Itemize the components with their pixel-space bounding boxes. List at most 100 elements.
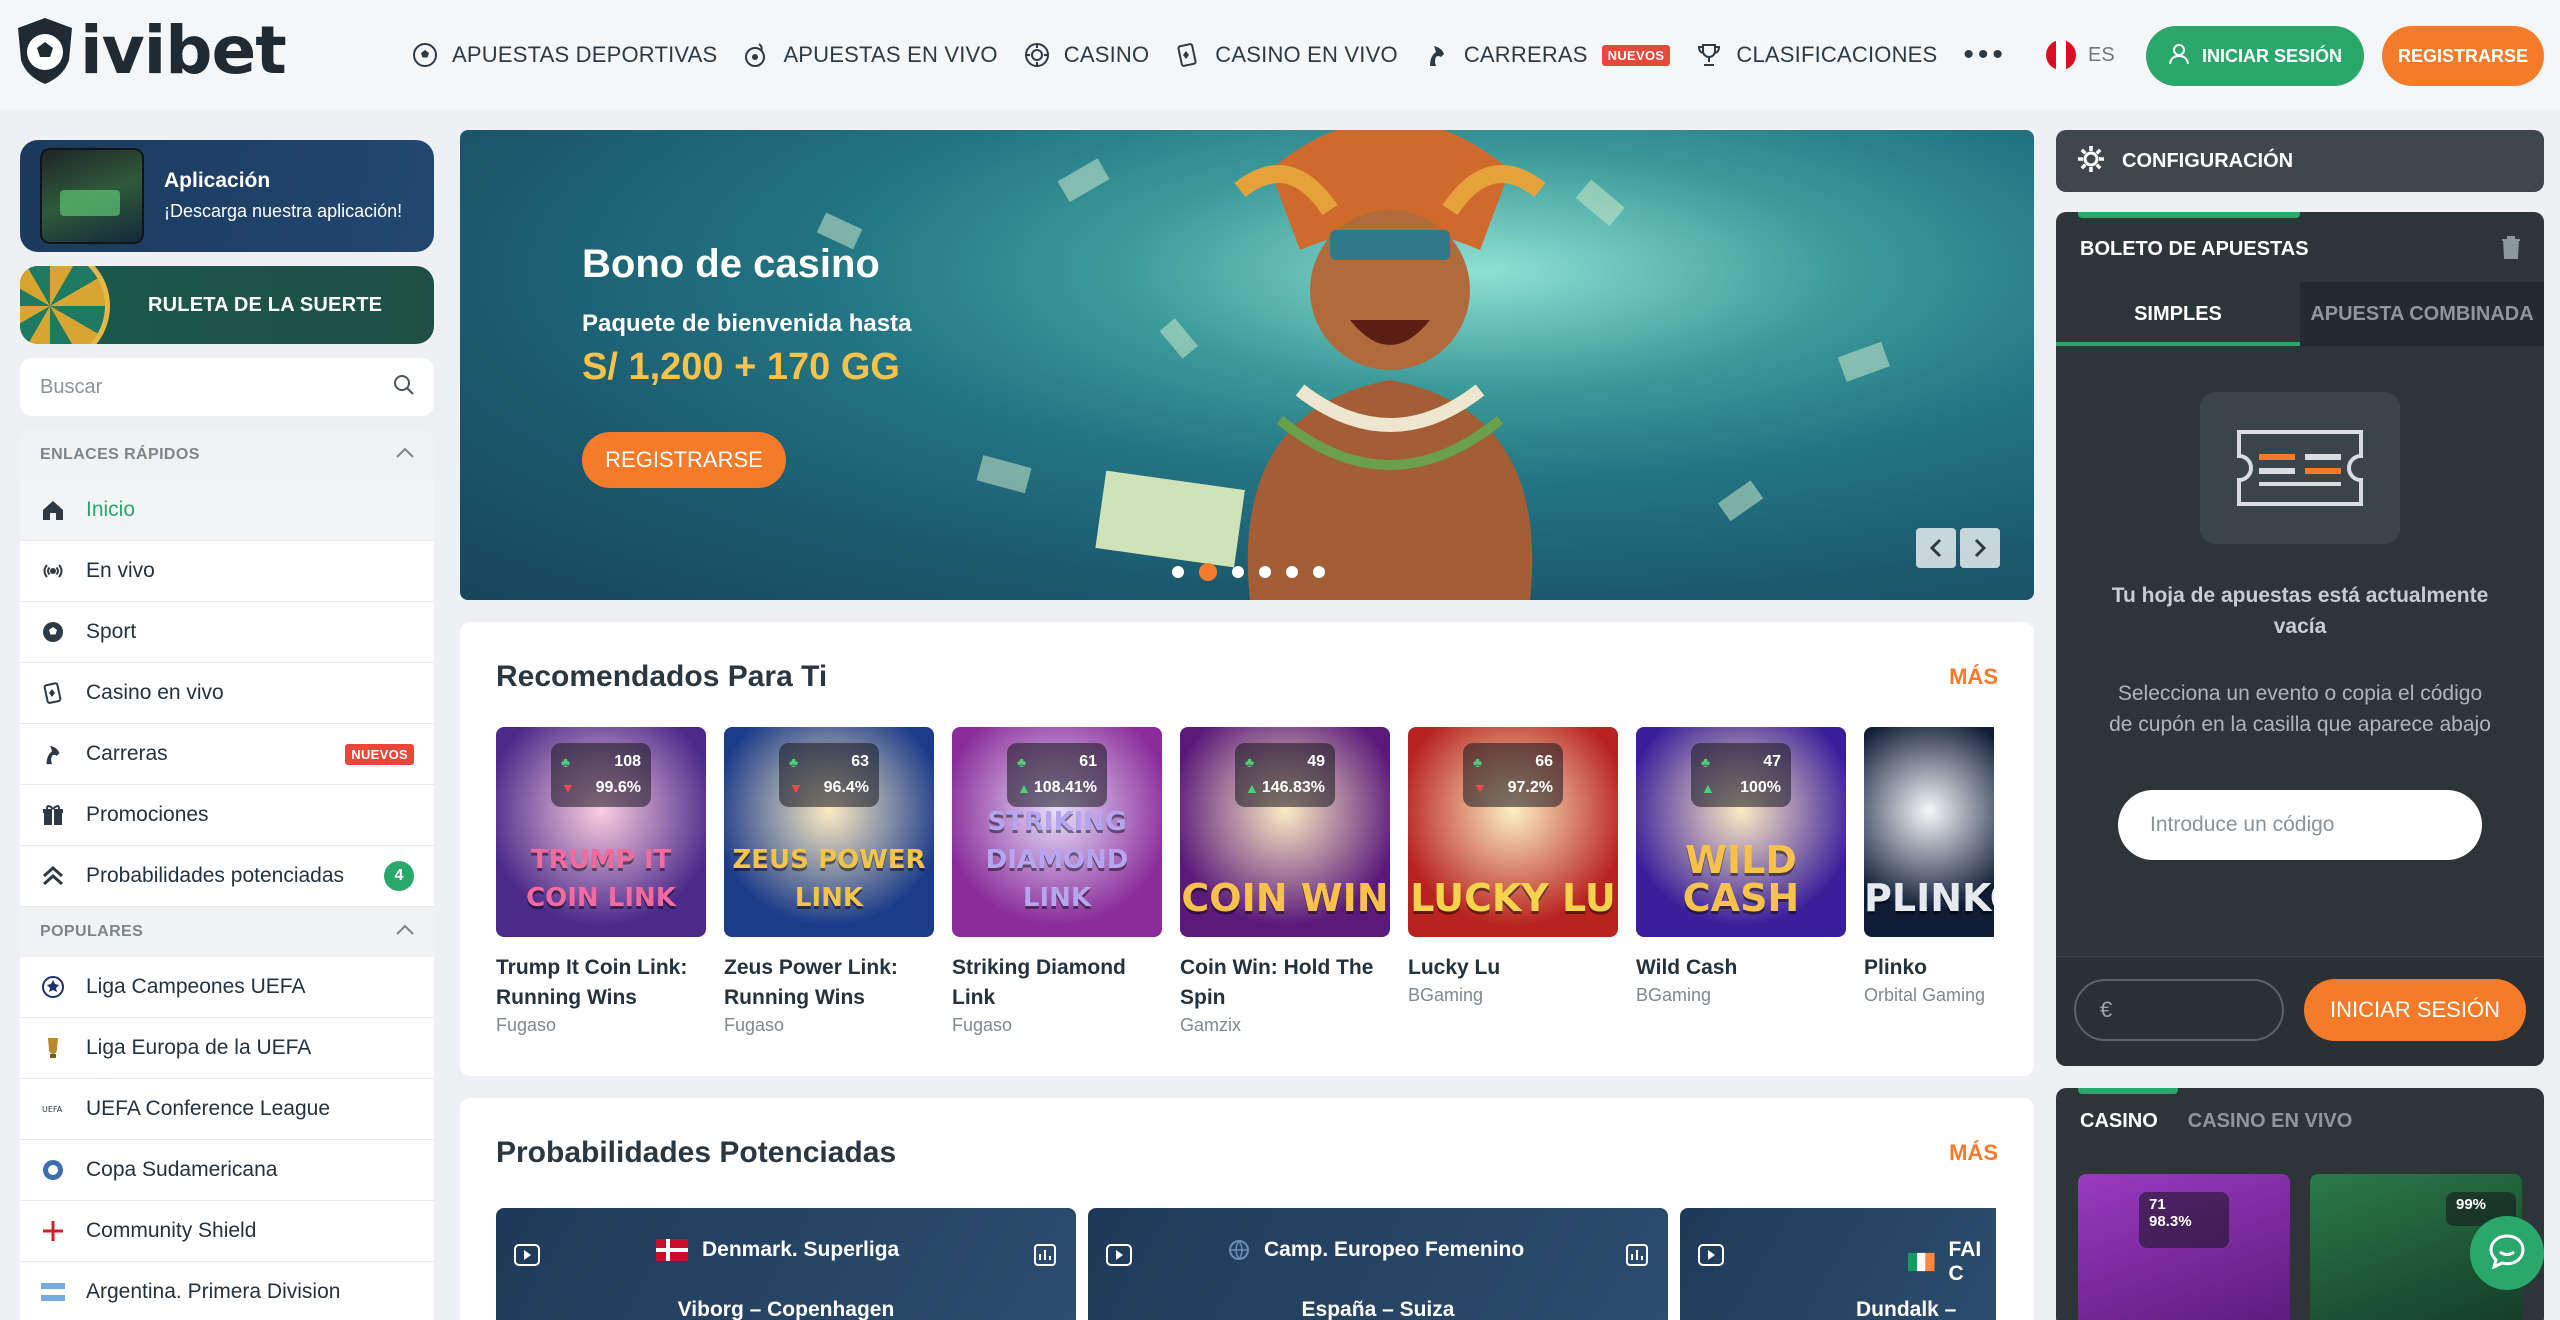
section-title: POPULARES bbox=[40, 923, 144, 940]
match-league: Denmark. Superliga bbox=[656, 1238, 899, 1262]
players-icon: ♣ bbox=[1245, 754, 1255, 770]
carousel-dot[interactable] bbox=[1286, 566, 1298, 578]
soccer-ball-icon bbox=[40, 619, 66, 645]
sidebar-item-copa-sudamericana[interactable]: Copa Sudamericana bbox=[20, 1140, 434, 1201]
section-title: Recomendados Para Ti bbox=[496, 660, 828, 693]
user-icon bbox=[2168, 43, 2190, 70]
stake-amount-input[interactable]: € bbox=[2074, 979, 2284, 1041]
sidebar-item-en-vivo[interactable]: En vivo bbox=[20, 541, 434, 602]
banner-register-button[interactable]: REGISTRARSE bbox=[582, 432, 786, 488]
banner-subtitle: Paquete de bienvenida hasta bbox=[582, 310, 912, 337]
popular-header[interactable]: POPULARES bbox=[20, 907, 434, 957]
match-card[interactable]: Denmark. Superliga Viborg – Copenhagen bbox=[496, 1208, 1076, 1320]
game-card[interactable]: ♣ 63 ▼ 96.4% ZEUS POWER LINK Zeus Power Li… bbox=[724, 727, 934, 1067]
register-button[interactable]: REGISTRARSE bbox=[2382, 26, 2544, 86]
game-card[interactable]: PLINKO Plinko Orbital Gaming bbox=[1864, 727, 1994, 1067]
game-art-title: WILD CASH bbox=[1682, 838, 1800, 920]
tab-casino-en-vivo[interactable]: CASINO EN VIVO bbox=[2188, 1110, 2352, 1133]
new-badge: NUEVOS bbox=[345, 743, 414, 765]
players-row: ♣ 108 bbox=[561, 749, 641, 775]
rtp-down-icon: ▼ bbox=[1473, 780, 1487, 796]
tab-simples[interactable]: SIMPLES bbox=[2056, 282, 2300, 346]
app-download-card[interactable]: Aplicación ¡Descarga nuestra aplicación! bbox=[20, 140, 434, 252]
main-nav: APUESTAS DEPORTIVAS APUESTAS EN VIVO CAS… bbox=[410, 30, 2007, 80]
chevron-left-icon[interactable] bbox=[1916, 528, 1956, 568]
nav-casino-en-vivo[interactable]: CASINO EN VIVO bbox=[1173, 40, 1398, 70]
game-thumbnail: ♣ 108 ▼ 99.6% TRUMP IT COIN LINK bbox=[496, 727, 706, 937]
game-art-title: LUCKY LU bbox=[1410, 876, 1616, 920]
game-name: Striking Diamond Link bbox=[952, 956, 1126, 1009]
rtp-value: 99.6% bbox=[595, 779, 641, 796]
more-menu-icon[interactable]: ••• bbox=[1963, 40, 2007, 70]
sidebar-item-liga-europa[interactable]: Liga Europa de la UEFA bbox=[20, 1018, 434, 1079]
england-flag-icon bbox=[40, 1218, 66, 1244]
coupon-code-input[interactable] bbox=[2118, 790, 2482, 860]
game-thumbnail: ♣ 66 ▼ 97.2% LUCKY LU bbox=[1408, 727, 1618, 937]
betslip-login-button[interactable]: INICIAR SESIÓN bbox=[2304, 979, 2526, 1041]
players-count: 49 bbox=[1307, 753, 1325, 770]
game-card[interactable]: ♣ 61 ▲ 108.41% STRIKING DIAMOND LINK Strik… bbox=[952, 727, 1162, 1067]
carousel-dot[interactable] bbox=[1172, 566, 1184, 578]
sidebar-item-casino-en-vivo[interactable]: Casino en vivo bbox=[20, 663, 434, 724]
game-card[interactable]: ♣ 49 ▲ 146.83% COIN WIN Coin Win: Hold The… bbox=[1180, 727, 1390, 1067]
sidebar-item-label: Sport bbox=[86, 620, 137, 643]
game-art-title: PLINKO bbox=[1864, 876, 1994, 920]
carousel-dot[interactable] bbox=[1313, 566, 1325, 578]
banner-arrows bbox=[1916, 528, 2004, 568]
sidebar-item-liga-campeones[interactable]: Liga Campeones UEFA bbox=[20, 957, 434, 1018]
more-link[interactable]: MÁS bbox=[1949, 1140, 1998, 1166]
stats-chart-icon[interactable] bbox=[1626, 1244, 1648, 1271]
sidebar-item-carreras[interactable]: Carreras NUEVOS bbox=[20, 724, 434, 785]
lucky-wheel-card[interactable]: RULETA DE LA SUERTE bbox=[20, 266, 434, 344]
trash-icon[interactable] bbox=[2500, 234, 2522, 265]
search-icon[interactable] bbox=[392, 373, 416, 402]
game-art-title: ZEUS POWER LINK bbox=[732, 845, 926, 913]
tab-apuesta-combinada[interactable]: APUESTA COMBINADA bbox=[2300, 282, 2544, 346]
live-signal-icon bbox=[40, 558, 66, 584]
live-chat-button[interactable] bbox=[2470, 1216, 2544, 1290]
game-thumbnail: ♣ 47 ▲ 100% WILD CASH bbox=[1636, 727, 1846, 937]
sidebar-item-probabilidades-potenciadas[interactable]: Probabilidades potenciadas 4 bbox=[20, 846, 434, 907]
players-row: ♣ 66 bbox=[1473, 749, 1553, 775]
nav-casino[interactable]: CASINO bbox=[1022, 40, 1150, 70]
carousel-dot[interactable] bbox=[1199, 563, 1217, 581]
nav-apuestas-en-vivo[interactable]: APUESTAS EN VIVO bbox=[741, 40, 998, 70]
sidebar-item-promociones[interactable]: Promociones bbox=[20, 785, 434, 846]
sidebar-item-argentina[interactable]: Argentina. Primera Division bbox=[20, 1262, 434, 1320]
tab-casino[interactable]: CASINO bbox=[2080, 1110, 2158, 1133]
search-input[interactable] bbox=[40, 375, 340, 399]
nav-apuestas-deportivas[interactable]: APUESTAS DEPORTIVAS bbox=[410, 40, 717, 70]
sidebar-item-conference-league[interactable]: UEFA UEFA Conference League bbox=[20, 1079, 434, 1140]
nav-clasificaciones[interactable]: CLASIFICACIONES bbox=[1694, 40, 1937, 70]
configuration-bar[interactable]: CONFIGURACIÓN bbox=[2056, 130, 2544, 192]
carousel-dot[interactable] bbox=[1232, 566, 1244, 578]
players-icon: ♣ bbox=[561, 754, 571, 770]
rtp-up-icon: ▲ bbox=[1701, 780, 1715, 796]
match-card[interactable]: Camp. Europeo Femenino España – Suiza bbox=[1088, 1208, 1668, 1320]
trophy-icon bbox=[1694, 40, 1724, 70]
sidebar-item-community-shield[interactable]: Community Shield bbox=[20, 1201, 434, 1262]
players-icon: ♣ bbox=[1701, 754, 1711, 770]
sidebar-item-sport[interactable]: Sport bbox=[20, 602, 434, 663]
game-card[interactable]: ♣ 47 ▲ 100% WILD CASH Wild Cash BGaming bbox=[1636, 727, 1846, 1067]
betslip-tabs: SIMPLES APUESTA COMBINADA bbox=[2056, 282, 2544, 346]
promo-banner[interactable]: Bono de casino Paquete de bienvenida has… bbox=[460, 130, 2034, 600]
match-card[interactable]: FAI C Dundalk – Slig bbox=[1680, 1208, 1996, 1320]
sidebar-item-inicio[interactable]: Inicio bbox=[20, 480, 434, 541]
game-name: Coin Win: Hold The Spin bbox=[1180, 956, 1374, 1009]
game-provider: Orbital Gaming bbox=[1864, 985, 1986, 1005]
quick-links-header[interactable]: ENLACES RÁPIDOS bbox=[20, 430, 434, 480]
game-card[interactable]: ♣ 108 ▼ 99.6% TRUMP IT COIN LINK Trump It … bbox=[496, 727, 706, 1067]
mini-game-card[interactable]: 71 98.3% bbox=[2078, 1174, 2290, 1320]
ivibet-logo[interactable]: ivibet bbox=[14, 16, 287, 86]
login-button[interactable]: INICIAR SESIÓN bbox=[2146, 26, 2364, 86]
ireland-flag-icon bbox=[1908, 1252, 1935, 1272]
nav-carreras[interactable]: CARRERAS NUEVOS bbox=[1422, 40, 1671, 70]
chevron-right-icon[interactable] bbox=[1960, 528, 2000, 568]
stats-chart-icon[interactable] bbox=[1034, 1244, 1056, 1271]
game-card[interactable]: ♣ 66 ▼ 97.2% LUCKY LU Lucky Lu BGaming bbox=[1408, 727, 1618, 1067]
more-link[interactable]: MÁS bbox=[1949, 664, 1998, 690]
carousel-dot[interactable] bbox=[1259, 566, 1271, 578]
language-selector[interactable]: ES bbox=[2046, 40, 2115, 70]
rtp-value: 146.83% bbox=[1261, 779, 1325, 796]
